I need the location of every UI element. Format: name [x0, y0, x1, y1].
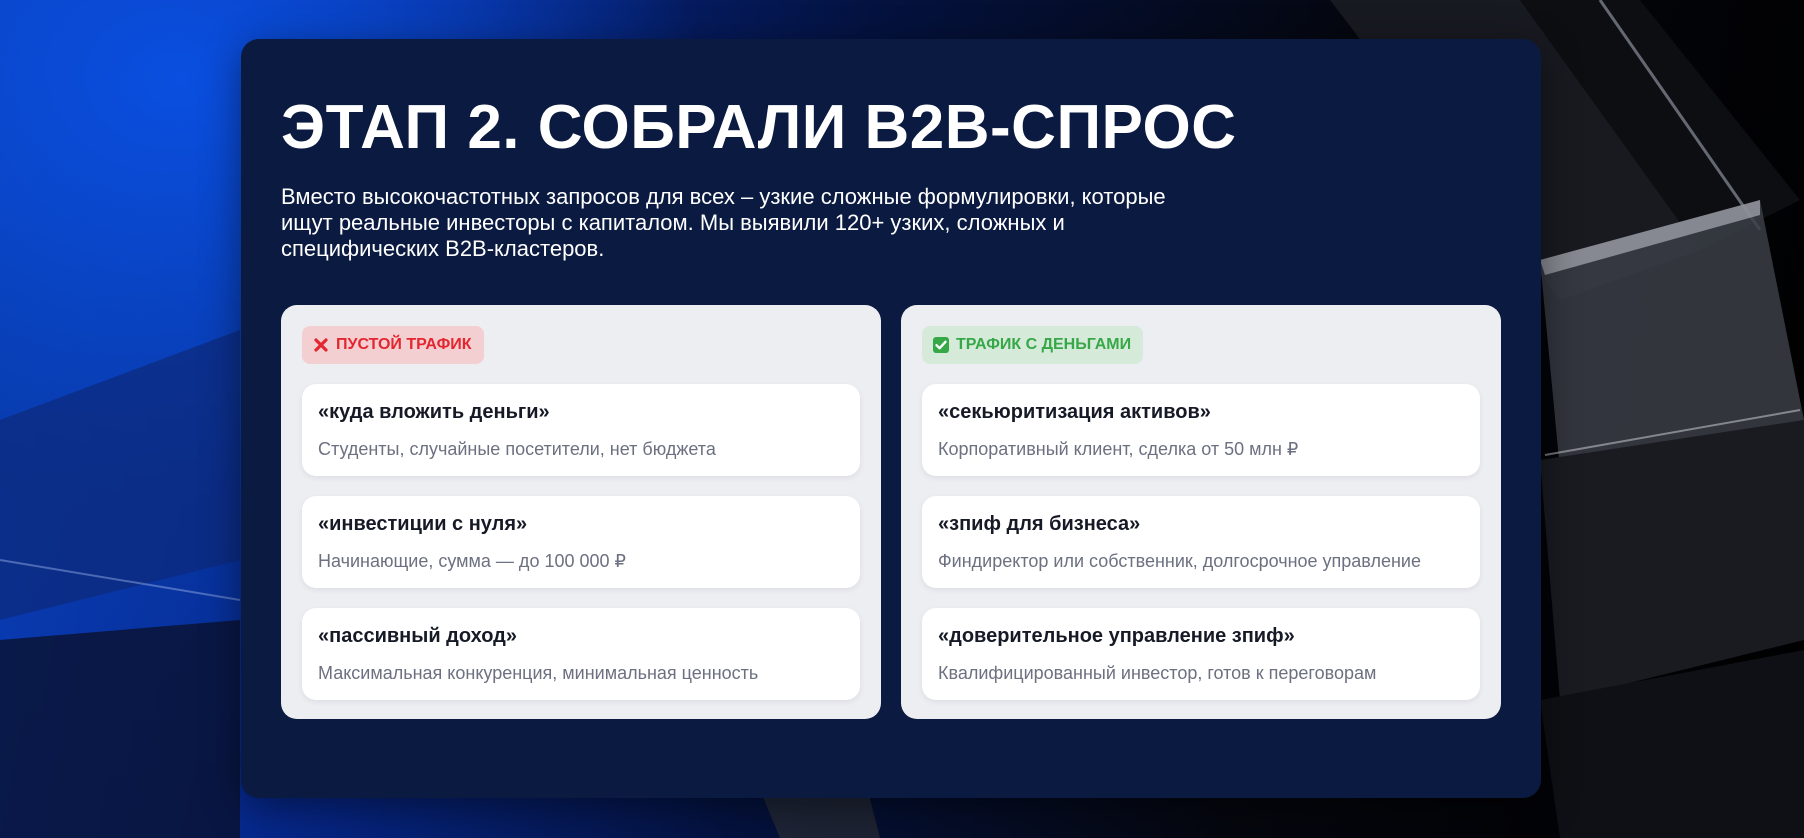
list-item: «куда вложить деньги» Студенты, случайны…	[302, 384, 860, 476]
page-description: Вместо высокочастотных запросов для всех…	[281, 184, 1166, 261]
list-item: «доверительное управление зпиф» Квалифиц…	[922, 608, 1480, 700]
query-text: «зпиф для бизнеса»	[938, 513, 1141, 535]
query-subtitle: Корпоративный клиент, сделка от 50 млн ₽	[938, 439, 1299, 459]
query-text: «пассивный доход»	[318, 625, 517, 647]
query-text: «секьюритизация активов»	[938, 401, 1211, 423]
list-item: «зпиф для бизнеса» Финдиректор или собст…	[922, 496, 1480, 588]
column-empty-traffic: ПУСТОЙ ТРАФИК «куда вложить деньги» Студ…	[281, 305, 881, 719]
main-panel: ЭТАП 2. СОБРАЛИ В2В-СПРОС Вместо высокоч…	[241, 39, 1541, 798]
query-text: «куда вложить деньги»	[318, 401, 550, 423]
query-subtitle: Студенты, случайные посетители, нет бюдж…	[318, 439, 716, 459]
query-subtitle: Максимальная конкуренция, минимальная це…	[318, 663, 759, 683]
badge-money-traffic: ТРАФИК С ДЕНЬГАМИ	[922, 326, 1144, 364]
list-item: «пассивный доход» Максимальная конкуренц…	[302, 608, 860, 700]
badge-empty-traffic: ПУСТОЙ ТРАФИК	[302, 326, 484, 364]
query-text: «инвестиции с нуля»	[318, 513, 528, 535]
list-item: «секьюритизация активов» Корпоративный к…	[922, 384, 1480, 476]
badge-label: ПУСТОЙ ТРАФИК	[336, 336, 472, 353]
query-text: «доверительное управление зпиф»	[938, 625, 1295, 647]
column-money-traffic: ТРАФИК С ДЕНЬГАМИ «секьюритизация активо…	[901, 305, 1501, 719]
cross-icon	[312, 336, 330, 354]
check-icon	[932, 336, 950, 354]
page-title: ЭТАП 2. СОБРАЛИ В2В-СПРОС	[281, 93, 1237, 162]
badge-label: ТРАФИК С ДЕНЬГАМИ	[956, 336, 1132, 353]
query-subtitle: Начинающие, сумма — до 100 000 ₽	[318, 551, 626, 571]
query-subtitle: Финдиректор или собственник, долгосрочно…	[938, 551, 1421, 571]
list-item: «инвестиции с нуля» Начинающие, сумма — …	[302, 496, 860, 588]
query-subtitle: Квалифицированный инвестор, готов к пере…	[938, 663, 1377, 683]
